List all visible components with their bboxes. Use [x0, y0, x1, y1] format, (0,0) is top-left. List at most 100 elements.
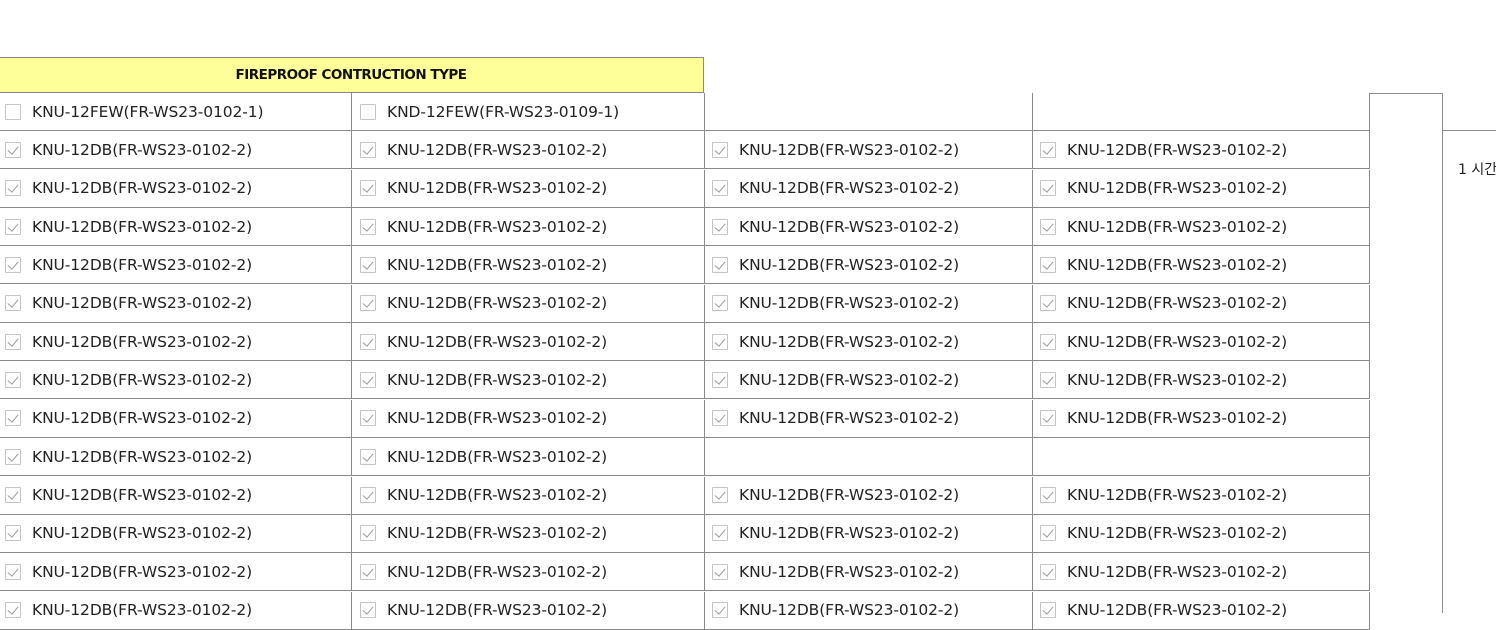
table-cell[interactable]: KNU-12DB(FR-WS23-0102-2) [352, 323, 705, 362]
checkbox[interactable] [360, 103, 376, 120]
checkbox[interactable] [712, 563, 728, 580]
checkbox[interactable] [5, 218, 21, 235]
table-cell[interactable]: KNU-12DB(FR-WS23-0102-2) [352, 246, 705, 285]
table-cell[interactable]: KNU-12FEW(FR-WS23-0102-1) [0, 93, 352, 131]
checkbox[interactable] [712, 487, 728, 503]
checkbox[interactable] [5, 180, 21, 197]
checkbox[interactable] [1040, 371, 1056, 388]
checkbox[interactable] [5, 410, 21, 427]
table-cell[interactable]: KNU-12DB(FR-WS23-0102-2) [1033, 323, 1370, 362]
checkbox[interactable] [5, 602, 21, 619]
checkbox[interactable] [5, 448, 21, 465]
checkbox[interactable] [5, 487, 21, 503]
table-cell[interactable]: KNU-12DB(FR-WS23-0102-2) [705, 361, 1033, 400]
checkbox[interactable] [360, 141, 376, 158]
table-cell[interactable]: KNU-12DB(FR-WS23-0102-2) [0, 438, 352, 477]
checkbox[interactable] [5, 256, 21, 273]
table-cell[interactable]: KNU-12DB(FR-WS23-0102-2) [352, 591, 705, 630]
checkbox[interactable] [360, 295, 376, 312]
checkbox[interactable] [360, 487, 376, 503]
checkbox[interactable] [360, 602, 376, 619]
checkbox[interactable] [5, 371, 21, 388]
checkbox[interactable] [360, 180, 376, 197]
table-cell[interactable]: KNU-12DB(FR-WS23-0102-2) [0, 361, 352, 400]
table-cell[interactable]: KNU-12DB(FR-WS23-0102-2) [352, 169, 705, 208]
checkbox[interactable] [360, 256, 376, 273]
table-cell[interactable]: KNU-12DB(FR-WS23-0102-2) [1033, 591, 1370, 630]
table-cell[interactable]: KNU-12DB(FR-WS23-0102-2) [705, 131, 1033, 170]
table-cell[interactable]: KNU-12DB(FR-WS23-0102-2) [1033, 169, 1370, 208]
checkbox[interactable] [712, 256, 728, 273]
table-cell[interactable]: KND-12FEW(FR-WS23-0109-1) [352, 93, 705, 131]
checkbox[interactable] [712, 295, 728, 312]
table-cell[interactable]: KNU-12DB(FR-WS23-0102-2) [352, 399, 705, 438]
table-cell[interactable]: KNU-12DB(FR-WS23-0102-2) [0, 284, 352, 323]
checkbox[interactable] [5, 525, 21, 542]
checkbox[interactable] [360, 333, 376, 350]
table-cell[interactable]: KNU-12DB(FR-WS23-0102-2) [352, 438, 705, 477]
checkbox[interactable] [5, 141, 21, 158]
checkbox[interactable] [360, 563, 376, 580]
table-cell[interactable]: KNU-12DB(FR-WS23-0102-2) [1033, 284, 1370, 323]
table-cell[interactable]: KNU-12DB(FR-WS23-0102-2) [1033, 361, 1370, 400]
table-cell[interactable]: KNU-12DB(FR-WS23-0102-2) [352, 131, 705, 170]
checkbox[interactable] [1040, 256, 1056, 273]
table-cell[interactable]: KNU-12DB(FR-WS23-0102-2) [0, 553, 352, 592]
table-cell[interactable]: KNU-12DB(FR-WS23-0102-2) [1033, 553, 1370, 592]
table-cell[interactable]: KNU-12DB(FR-WS23-0102-2) [0, 476, 352, 515]
checkbox[interactable] [360, 448, 376, 465]
table-cell[interactable]: KNU-12DB(FR-WS23-0102-2) [0, 208, 352, 247]
checkbox[interactable] [1040, 602, 1056, 619]
checkbox[interactable] [1040, 333, 1056, 350]
checkbox[interactable] [360, 525, 376, 542]
table-cell[interactable]: KNU-12DB(FR-WS23-0102-2) [0, 131, 352, 170]
checkbox[interactable] [712, 525, 728, 542]
checkbox[interactable] [712, 141, 728, 158]
checkbox[interactable] [712, 218, 728, 235]
checkbox[interactable] [5, 295, 21, 312]
table-cell[interactable]: KNU-12DB(FR-WS23-0102-2) [705, 514, 1033, 553]
table-cell[interactable]: KNU-12DB(FR-WS23-0102-2) [352, 361, 705, 400]
table-cell[interactable]: KNU-12DB(FR-WS23-0102-2) [705, 476, 1033, 515]
checkbox[interactable] [5, 563, 21, 580]
table-cell[interactable]: KNU-12DB(FR-WS23-0102-2) [0, 323, 352, 362]
checkbox[interactable] [1040, 295, 1056, 312]
checkbox[interactable] [712, 410, 728, 427]
checkbox[interactable] [1040, 525, 1056, 542]
table-cell[interactable]: KNU-12DB(FR-WS23-0102-2) [352, 553, 705, 592]
table-cell[interactable]: KNU-12DB(FR-WS23-0102-2) [705, 591, 1033, 630]
table-cell[interactable]: KNU-12DB(FR-WS23-0102-2) [1033, 131, 1370, 170]
table-cell[interactable]: KNU-12DB(FR-WS23-0102-2) [352, 208, 705, 247]
table-cell[interactable]: KNU-12DB(FR-WS23-0102-2) [705, 399, 1033, 438]
table-cell[interactable]: KNU-12DB(FR-WS23-0102-2) [705, 208, 1033, 247]
checkbox[interactable] [1040, 410, 1056, 427]
table-cell[interactable]: KNU-12DB(FR-WS23-0102-2) [0, 246, 352, 285]
table-cell[interactable]: KNU-12DB(FR-WS23-0102-2) [0, 169, 352, 208]
checkbox[interactable] [360, 218, 376, 235]
checkbox[interactable] [1040, 487, 1056, 503]
table-cell[interactable]: KNU-12DB(FR-WS23-0102-2) [705, 553, 1033, 592]
table-cell[interactable]: KNU-12DB(FR-WS23-0102-2) [1033, 208, 1370, 247]
table-cell[interactable]: KNU-12DB(FR-WS23-0102-2) [705, 284, 1033, 323]
checkbox[interactable] [712, 333, 728, 350]
checkbox[interactable] [712, 180, 728, 197]
table-cell[interactable]: KNU-12DB(FR-WS23-0102-2) [705, 323, 1033, 362]
checkbox[interactable] [1040, 141, 1056, 158]
checkbox[interactable] [712, 602, 728, 619]
checkbox[interactable] [1040, 180, 1056, 197]
table-cell[interactable]: KNU-12DB(FR-WS23-0102-2) [1033, 476, 1370, 515]
checkbox[interactable] [360, 410, 376, 427]
table-cell[interactable]: KNU-12DB(FR-WS23-0102-2) [352, 514, 705, 553]
table-cell[interactable]: KNU-12DB(FR-WS23-0102-2) [705, 169, 1033, 208]
table-cell[interactable]: KNU-12DB(FR-WS23-0102-2) [0, 514, 352, 553]
table-cell[interactable]: KNU-12DB(FR-WS23-0102-2) [1033, 399, 1370, 438]
checkbox[interactable] [360, 371, 376, 388]
checkbox[interactable] [712, 371, 728, 388]
checkbox[interactable] [1040, 563, 1056, 580]
table-cell[interactable]: KNU-12DB(FR-WS23-0102-2) [0, 591, 352, 630]
checkbox[interactable] [5, 333, 21, 350]
checkbox[interactable] [5, 103, 21, 120]
table-cell[interactable]: KNU-12DB(FR-WS23-0102-2) [352, 476, 705, 515]
checkbox[interactable] [1040, 218, 1056, 235]
table-cell[interactable]: KNU-12DB(FR-WS23-0102-2) [1033, 246, 1370, 285]
